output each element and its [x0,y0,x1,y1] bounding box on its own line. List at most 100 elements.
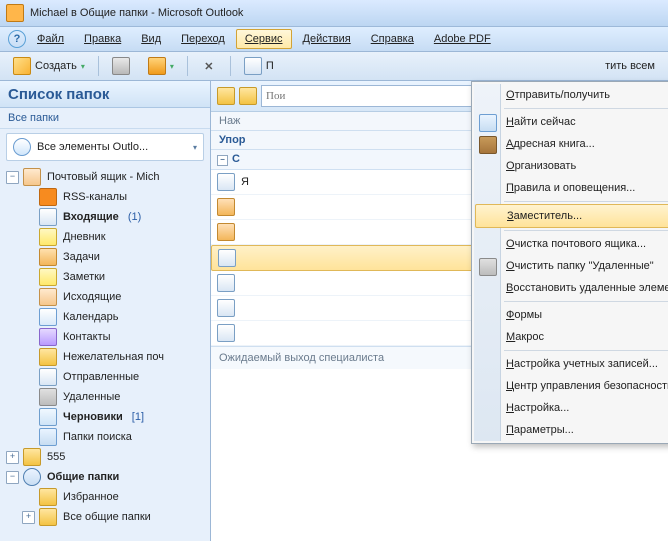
menu-item[interactable]: Восстановить удаленные элементы... [474,277,668,299]
tree-root[interactable]: − Почтовый ящик - Mich [0,167,210,187]
tree-item[interactable]: Дневник [0,227,210,247]
menu-file[interactable]: Файл [28,29,73,49]
app-icon [6,4,24,22]
menu-bar: ? Файл Правка Вид Переход Сервис Действи… [0,27,668,52]
rss-icon [39,188,57,206]
menu-view[interactable]: Вид [132,29,170,49]
menu-edit[interactable]: Правка [75,29,130,49]
menu-item[interactable]: Настройка... [474,397,668,419]
window-title: Michael в Общие папки - Microsoft Outloo… [30,7,243,19]
menu-item[interactable]: Отправить/получить▶ [474,84,668,106]
trash-icon [479,258,497,276]
expand-icon[interactable]: + [22,511,35,524]
reply-all-fragment[interactable]: тить всем [598,57,662,75]
tree-item[interactable]: Задачи [0,247,210,267]
tree-item[interactable]: Исходящие [0,287,210,307]
menu-item[interactable]: Заместитель... [475,204,668,228]
tree-item[interactable]: Нежелательная поч [0,347,210,367]
menu-item[interactable]: Правила и оповещения... [474,177,668,199]
menu-actions[interactable]: Действия [294,29,360,49]
mail-icon [217,299,235,317]
menu-item[interactable]: Очистка почтового ящика... [474,233,668,255]
tree-item[interactable]: Контакты [0,327,210,347]
menu-item[interactable]: Найти сейчас [474,111,668,133]
menu-separator [504,301,668,302]
tree-item[interactable]: Календарь [0,307,210,327]
tree-item[interactable]: Папки поиска [0,427,210,447]
chevron-down-icon: ▾ [81,62,85,71]
note-icon [39,268,57,286]
folder-up-icon [239,87,257,105]
collapse-icon[interactable]: − [6,171,19,184]
new-button[interactable]: Создать ▾ [6,54,92,78]
menu-tools[interactable]: Сервис [236,29,292,49]
search-icon [479,114,497,132]
menu-item[interactable]: Настройка учетных записей... [474,353,668,375]
print-icon [112,57,130,75]
menu-item[interactable]: Формы▶ [474,304,668,326]
tree-item[interactable]: Входящие (1) [0,207,210,227]
tree-item[interactable]: −Общие папки [0,467,210,487]
nav-scope-dropdown[interactable]: Все элементы Outlo... ▾ [6,133,204,161]
tools-dropdown-menu: Отправить/получить▶ Найти сейчасАдресная … [471,81,668,444]
cal-icon [39,308,57,326]
menu-item[interactable]: Организовать [474,155,668,177]
separator [98,56,99,76]
nav-all-folders[interactable]: Все папки [0,108,210,129]
expand-icon[interactable]: − [6,471,19,484]
task-icon [39,248,57,266]
tree-item[interactable]: Удаленные [0,387,210,407]
menu-separator [504,230,668,231]
print-button[interactable] [105,54,137,78]
search-icon [39,428,57,446]
mail-icon [217,274,235,292]
menu-item[interactable]: Очистить папку "Удаленные" [474,255,668,277]
out-icon [39,288,57,306]
menu-item[interactable]: Макрос▶ [474,326,668,348]
folder-icon [39,488,57,506]
pf-icon [23,468,41,486]
mail-icon [217,324,235,342]
chevron-down-icon: ▾ [193,143,197,152]
reply-button[interactable]: П [237,54,281,78]
menu-adobe-pdf[interactable]: Adobe PDF [425,29,500,49]
sent-icon [39,368,57,386]
tree-item[interactable]: Заметки [0,267,210,287]
tree-item[interactable]: RSS-каналы [0,187,210,207]
separator [187,56,188,76]
reply-icon [244,57,262,75]
trash-icon [39,388,57,406]
menu-item[interactable]: Адресная книга...Ctrl+Shift+B [474,133,668,155]
mailbox-icon [23,168,41,186]
separator [230,56,231,76]
inbox-icon [39,208,57,226]
menu-separator [504,108,668,109]
menu-item[interactable]: Центр управления безопасностью... [474,375,668,397]
nav-title: Список папок [8,86,109,103]
window-titlebar: Michael в Общие папки - Microsoft Outloo… [0,0,668,27]
folder-tree[interactable]: − Почтовый ящик - Mich RSS-каналыВходящи… [0,165,210,541]
search-icon [13,138,31,156]
categorize-button[interactable]: ▾ [141,54,181,78]
menu-separator [504,350,668,351]
delete-button[interactable]: ✕ [194,55,224,77]
person-icon [217,198,235,216]
reply-frag: П [266,60,274,72]
tree-item[interactable]: Отправленные [0,367,210,387]
tree-item[interactable]: Избранное [0,487,210,507]
message-list-pane: ска ▾ Наж Упор −С Я⚑⚑⚑⚑⚑⚑⚑ Ожидаемый вых… [211,81,668,541]
menu-help[interactable]: Справка [362,29,423,49]
junk-icon [39,348,57,366]
menu-go[interactable]: Переход [172,29,234,49]
tree-item[interactable]: +555 [0,447,210,467]
folder-icon [217,87,235,105]
tree-item[interactable]: +Все общие папки [0,507,210,527]
help-icon[interactable]: ? [8,30,26,48]
expand-icon[interactable]: + [6,451,19,464]
folder-icon [23,448,41,466]
mail-icon [217,173,235,191]
folder-icon [39,508,57,526]
folder-navigation: Список папок Все папки Все элементы Outl… [0,81,211,541]
menu-item[interactable]: Параметры... [474,419,668,441]
tree-item[interactable]: Черновики [1] [0,407,210,427]
